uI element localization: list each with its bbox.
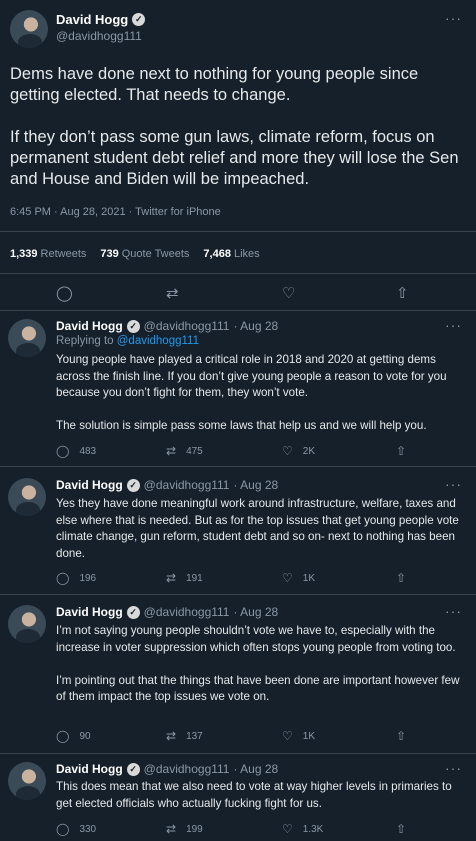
divider xyxy=(0,310,476,311)
reply-icon: ◯ xyxy=(56,444,70,458)
tweet-stats: 1,339 Retweets 739 Quote Tweets 7,468 Likes xyxy=(10,248,260,260)
more-icon[interactable]: ··· xyxy=(445,760,462,776)
reply-count[interactable]: ◯ 483 xyxy=(56,444,96,458)
reply-text: I’m not saying young people shouldn’t vo… xyxy=(56,624,460,704)
avatar[interactable] xyxy=(8,319,46,357)
share-icon[interactable]: ⇧ xyxy=(396,822,406,836)
divider xyxy=(0,466,476,467)
retweet-count[interactable]: ⇄ 191 xyxy=(166,571,203,585)
more-icon[interactable]: ··· xyxy=(445,317,462,333)
reply-text: Yes they have done meaningful work aroun… xyxy=(56,497,459,560)
retweet-icon[interactable]: ⇄ xyxy=(166,284,179,302)
author-handle[interactable]: @davidhogg111 xyxy=(144,478,230,492)
author-handle[interactable]: @davidhogg111 xyxy=(144,605,230,619)
avatar[interactable] xyxy=(10,10,48,48)
reply-action-bar: ◯ 483 ⇄ 475 ♡ 2K ⇧ xyxy=(56,444,466,460)
reply-action-bar: ◯ 196 ⇄ 191 ♡ 1K ⇧ xyxy=(56,571,466,587)
heart-icon: ♡ xyxy=(282,571,293,585)
divider xyxy=(0,231,476,232)
retweet-count[interactable]: ⇄ 475 xyxy=(166,444,203,458)
author-name[interactable]: David Hogg xyxy=(56,478,123,492)
verified-badge-icon: ✓ xyxy=(126,319,140,333)
author-handle[interactable]: @davidhogg111 xyxy=(144,319,230,333)
share-icon[interactable]: ⇧ xyxy=(396,571,406,585)
reply-icon[interactable]: ◯ xyxy=(56,284,73,302)
heart-icon: ♡ xyxy=(282,729,293,743)
author-handle[interactable]: @davidhogg111 xyxy=(144,762,230,776)
heart-icon: ♡ xyxy=(282,822,293,836)
author-name[interactable]: David Hogg xyxy=(56,12,128,27)
reply-icon: ◯ xyxy=(56,571,70,585)
tweet-text: Dems have done next to nothing for young… xyxy=(10,65,459,188)
divider xyxy=(0,594,476,595)
author-name[interactable]: David Hogg xyxy=(56,605,123,619)
like-count[interactable]: ♡ 1K xyxy=(282,571,315,585)
likes-stat[interactable]: 7,468 Likes xyxy=(203,248,259,260)
share-icon[interactable]: ⇧ xyxy=(396,444,406,458)
retweet-icon: ⇄ xyxy=(166,822,177,836)
tweet-date[interactable]: · Aug 28 xyxy=(233,478,278,492)
reply-header: David Hogg ✓ @davidhogg111 · Aug 28 xyxy=(56,319,278,333)
author-name-row[interactable]: David Hogg ✓ xyxy=(56,12,146,27)
reply-header: David Hogg ✓ @davidhogg111 · Aug 28 xyxy=(56,478,278,492)
reply-icon: ◯ xyxy=(56,822,70,836)
reply-text: Young people have played a critical role… xyxy=(56,353,447,433)
reply-action-bar: ◯ 90 ⇄ 137 ♡ 1K ⇧ xyxy=(56,729,466,745)
main-action-bar: ◯ ⇄ ♡ ⇧ xyxy=(0,284,476,304)
tweet-date[interactable]: · Aug 28 xyxy=(233,605,278,619)
heart-icon[interactable]: ♡ xyxy=(282,284,295,302)
reply-count[interactable]: ◯ 196 xyxy=(56,571,96,585)
heart-icon: ♡ xyxy=(282,444,293,458)
tweet-date[interactable]: · Aug 28 xyxy=(233,762,278,776)
divider xyxy=(0,753,476,754)
replying-to: Replying to @davidhogg111 xyxy=(56,335,199,347)
more-icon[interactable]: ··· xyxy=(445,476,462,492)
replying-to-link[interactable]: @davidhogg111 xyxy=(117,335,199,347)
author-name[interactable]: David Hogg xyxy=(56,319,123,333)
retweet-count[interactable]: ⇄ 137 xyxy=(166,729,203,743)
retweets-stat[interactable]: 1,339 Retweets xyxy=(10,248,86,260)
quotes-stat[interactable]: 739 Quote Tweets xyxy=(100,248,189,260)
author-name[interactable]: David Hogg xyxy=(56,762,123,776)
tweet-meta[interactable]: 6:45 PM · Aug 28, 2021 · Twitter for iPh… xyxy=(10,206,221,218)
verified-badge-icon: ✓ xyxy=(126,762,140,776)
tweet-date[interactable]: · Aug 28 xyxy=(233,319,278,333)
more-icon[interactable]: ··· xyxy=(445,10,462,26)
avatar[interactable] xyxy=(8,478,46,516)
author-handle[interactable]: @davidhogg111 xyxy=(56,29,142,43)
like-count[interactable]: ♡ 1.3K xyxy=(282,822,323,836)
verified-badge-icon: ✓ xyxy=(126,605,140,619)
retweet-icon: ⇄ xyxy=(166,444,177,458)
avatar[interactable] xyxy=(8,605,46,643)
retweet-count[interactable]: ⇄ 199 xyxy=(166,822,203,836)
reply-header: David Hogg ✓ @davidhogg111 · Aug 28 xyxy=(56,762,278,776)
divider xyxy=(0,273,476,274)
like-count[interactable]: ♡ 1K xyxy=(282,729,315,743)
verified-badge-icon: ✓ xyxy=(126,478,140,492)
reply-action-bar: ◯ 330 ⇄ 199 ♡ 1.3K ⇧ xyxy=(56,822,466,838)
retweet-icon: ⇄ xyxy=(166,729,177,743)
reply-text: This does mean that we also need to vote… xyxy=(56,780,452,810)
share-icon[interactable]: ⇧ xyxy=(396,284,409,302)
share-icon[interactable]: ⇧ xyxy=(396,729,406,743)
reply-count[interactable]: ◯ 90 xyxy=(56,729,91,743)
retweet-icon: ⇄ xyxy=(166,571,177,585)
reply-header: David Hogg ✓ @davidhogg111 · Aug 28 xyxy=(56,605,278,619)
more-icon[interactable]: ··· xyxy=(445,603,462,619)
avatar[interactable] xyxy=(8,762,46,800)
verified-badge-icon: ✓ xyxy=(132,13,146,26)
like-count[interactable]: ♡ 2K xyxy=(282,444,315,458)
reply-count[interactable]: ◯ 330 xyxy=(56,822,96,836)
reply-icon: ◯ xyxy=(56,729,70,743)
